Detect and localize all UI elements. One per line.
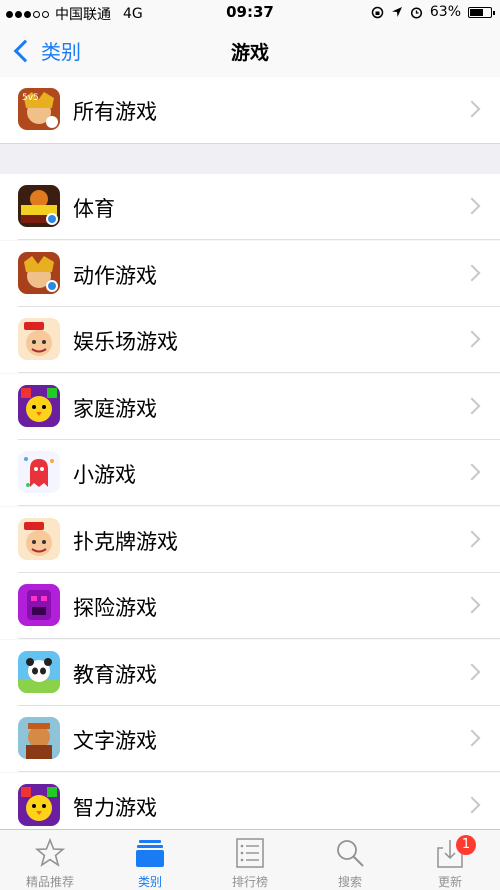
panda-game-icon: [18, 650, 60, 693]
navigation-bar: 类别 游戏: [0, 26, 500, 78]
update-count-badge: 1: [456, 835, 476, 855]
chevron-right-icon: [463, 100, 481, 118]
chevron-right-icon: [463, 596, 481, 614]
king-glory-game-icon: 5v5: [18, 88, 60, 130]
category-row[interactable]: 体育: [0, 174, 500, 240]
chevron-right-icon: [463, 197, 481, 215]
category-row[interactable]: 动作游戏: [0, 240, 500, 307]
battery-percent: 63%: [429, 4, 461, 20]
category-row[interactable]: 扑克牌游戏: [0, 506, 500, 573]
chevron-right-icon: [463, 530, 481, 547]
chevron-right-icon: [463, 264, 481, 281]
categories-icon: [136, 840, 164, 867]
category-label: 娱乐场游戏: [73, 330, 178, 354]
basketball-game-icon: [18, 185, 60, 227]
svg-text:5v5: 5v5: [22, 93, 39, 103]
cartoon-boy-game-icon: [18, 517, 60, 560]
page-title: 游戏: [230, 42, 269, 64]
tab-categories[interactable]: 类别: [100, 830, 200, 890]
category-label: 教育游戏: [73, 662, 157, 687]
star-icon: [35, 838, 65, 867]
tab-label: 类别: [137, 875, 162, 889]
list-icon: [236, 838, 264, 868]
status-bar: 中国联通 4G 09:37 63%: [0, 0, 500, 26]
red-ghost-game-icon: [18, 451, 60, 493]
cartoon-boy-game-icon: [18, 318, 60, 360]
category-label: 扑克牌游戏: [73, 529, 178, 554]
chevron-right-icon: [463, 397, 481, 414]
tab-top-charts[interactable]: 排行榜: [200, 830, 300, 890]
category-label: 体育: [73, 197, 115, 221]
category-label: 文字游戏: [73, 729, 157, 753]
chick-game-icon: [18, 783, 60, 826]
category-label: 家庭游戏: [73, 396, 157, 421]
category-row[interactable]: 娱乐场游戏: [0, 307, 500, 373]
list-item-all-games[interactable]: 5v5 所有游戏: [0, 77, 500, 143]
chick-game-icon: [18, 384, 60, 427]
category-label: 智力游戏: [73, 795, 157, 820]
tab-bar: 精品推荐 类别 排行榜 搜索 1 更新: [0, 829, 500, 890]
list-item-label: 所有游戏: [73, 100, 157, 124]
rotation-lock-icon: [371, 6, 384, 18]
alarm-icon: [410, 6, 422, 19]
battery-icon: [468, 6, 495, 18]
tab-updates[interactable]: 1 更新: [400, 830, 500, 890]
category-row[interactable]: 小游戏: [0, 440, 500, 506]
category-row[interactable]: 文字游戏: [0, 706, 500, 772]
category-row[interactable]: 教育游戏: [0, 639, 500, 706]
category-label: 动作游戏: [73, 263, 157, 288]
chevron-right-icon: [463, 729, 481, 747]
chevron-right-icon: [463, 796, 481, 813]
tab-label: 排行榜: [231, 875, 268, 889]
location-icon: [391, 7, 402, 17]
tab-label: 精品推荐: [25, 875, 74, 889]
category-label: 小游戏: [73, 463, 136, 487]
warrior-game-icon: [18, 717, 60, 759]
chevron-right-icon: [463, 330, 481, 348]
chevron-right-icon: [463, 463, 481, 481]
section-divider: [0, 143, 500, 175]
category-row[interactable]: 探险游戏: [0, 573, 500, 639]
status-right: 63%: [371, 4, 495, 20]
chevron-right-icon: [463, 663, 481, 680]
tab-label: 搜索: [337, 875, 362, 889]
tab-search[interactable]: 搜索: [300, 830, 400, 890]
temple-run-game-icon: [18, 584, 60, 626]
king-glory-game-icon: [18, 251, 60, 294]
tab-label: 更新: [437, 875, 462, 889]
search-icon: [337, 840, 364, 867]
category-row[interactable]: 家庭游戏: [0, 373, 500, 440]
tab-featured[interactable]: 精品推荐: [0, 830, 100, 890]
category-label: 探险游戏: [73, 596, 157, 620]
